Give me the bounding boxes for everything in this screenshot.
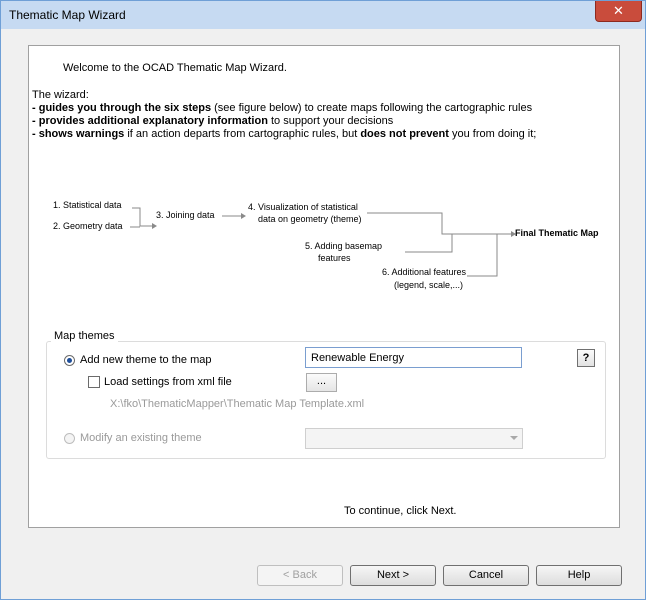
chevron-down-icon bbox=[510, 436, 518, 440]
browse-xml-button[interactable]: ... bbox=[306, 373, 337, 392]
step-5-label-line-2: features bbox=[318, 253, 351, 263]
cancel-button[interactable]: Cancel bbox=[443, 565, 529, 586]
existing-theme-select[interactable] bbox=[305, 428, 523, 449]
close-button[interactable]: ✕ bbox=[595, 1, 642, 22]
arrow-head-3 bbox=[152, 223, 157, 229]
final-map-label: Final Thematic Map bbox=[515, 228, 599, 238]
connector-1-3 bbox=[132, 207, 152, 227]
step-2-label: 2. Geometry data bbox=[53, 221, 123, 231]
step-4-label-line-1: 4. Visualization of statistical bbox=[248, 202, 358, 212]
modify-theme-label[interactable]: Modify an existing theme bbox=[80, 432, 202, 444]
next-button[interactable]: Next > bbox=[350, 565, 436, 586]
connector-4-final bbox=[367, 212, 511, 235]
theme-help-button[interactable]: ? bbox=[577, 349, 595, 367]
wizard-page: Welcome to the OCAD Thematic Map Wizard.… bbox=[28, 45, 620, 528]
modify-theme-radio[interactable] bbox=[64, 433, 75, 444]
title-bar: Thematic Map Wizard ✕ bbox=[1, 1, 645, 29]
question-icon: ? bbox=[582, 352, 590, 364]
arrow-head-4 bbox=[241, 213, 246, 219]
window-title: Thematic Map Wizard bbox=[9, 8, 126, 22]
add-new-theme-radio[interactable] bbox=[64, 355, 75, 366]
add-new-theme-label[interactable]: Add new theme to the map bbox=[80, 354, 211, 366]
connector-5-final bbox=[405, 234, 453, 253]
load-settings-checkbox[interactable] bbox=[88, 376, 100, 388]
step-4-label-line-2: data on geometry (theme) bbox=[258, 214, 362, 224]
map-themes-legend: Map themes bbox=[51, 330, 118, 342]
continue-hint: To continue, click Next. bbox=[344, 505, 457, 517]
step-6-label-line-1: 6. Additional features bbox=[382, 267, 467, 277]
theme-name-input[interactable] bbox=[305, 347, 522, 368]
help-button[interactable]: Help bbox=[536, 565, 622, 586]
wizard-window: Thematic Map Wizard ✕ Welcome to the OCA… bbox=[0, 0, 646, 600]
step-6-label-line-2: (legend, scale,...) bbox=[394, 280, 464, 290]
step-3-label: 3. Joining data bbox=[156, 210, 215, 220]
step-5-label-line-1: 5. Adding basemap bbox=[305, 241, 383, 251]
connector-6-final bbox=[467, 234, 498, 277]
back-button[interactable]: < Back bbox=[257, 565, 343, 586]
step-1-label: 1. Statistical data bbox=[53, 200, 122, 210]
workflow-diagram bbox=[130, 207, 516, 277]
load-settings-label[interactable]: Load settings from xml file bbox=[104, 376, 232, 388]
close-icon: ✕ bbox=[613, 3, 624, 18]
template-path-text: X:\fko\ThematicMapper\Thematic Map Templ… bbox=[110, 398, 365, 410]
